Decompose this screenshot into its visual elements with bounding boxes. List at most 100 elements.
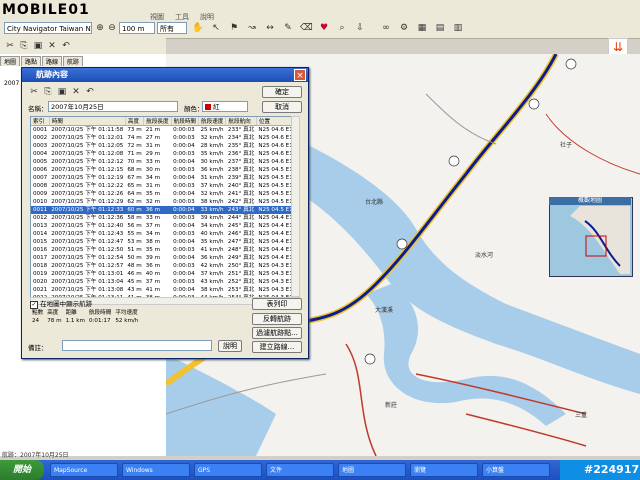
zoom-level-combo[interactable]: 100 m [119,22,155,34]
column-header[interactable]: 位置 [256,117,291,126]
map-product-combo[interactable]: City Navigator Taiwan NT v.8 [4,22,92,34]
taskbar-task[interactable]: GPS [194,463,262,477]
layers-icon[interactable]: ▥ [452,22,464,34]
table-row[interactable]: 0014 2007/10/25 下午 01:12:43 55 m 34 m 0:00:0… [31,230,291,238]
taskbar-task[interactable]: 小算盤 [482,463,550,477]
tab-routes[interactable]: 路線 [42,56,63,66]
taskbar-task[interactable]: 文件 [266,463,334,477]
close-icon[interactable]: × [294,69,306,81]
tab-waypoints[interactable]: 路點 [21,56,42,66]
table-row[interactable]: 0006 2007/10/25 下午 01:12:15 68 m 30 m 0:00:0… [31,166,291,174]
column-header[interactable]: 航段時間 [171,117,200,126]
cut-icon[interactable]: ✂ [4,40,16,52]
table-cell: 0002 [33,135,48,141]
taskbar-task[interactable]: 瀏覽 [410,463,478,477]
table-row[interactable]: 0012 2007/10/25 下午 01:12:36 58 m 33 m 0:00:0… [31,214,291,222]
hand-tool-icon[interactable]: ✋ [192,22,204,34]
table-cell: N25 04.3 E121 26.7 [258,271,291,277]
dialog-cut-icon[interactable]: ✂ [28,86,40,98]
note-input[interactable] [62,340,212,351]
table-row[interactable]: 0013 2007/10/25 下午 01:12:40 56 m 37 m 0:00:0… [31,222,291,230]
paste-icon[interactable]: ▣ [32,40,44,52]
note-button[interactable]: 說明 [218,340,242,352]
column-header[interactable]: 航段航向 [225,117,257,126]
undo-icon[interactable]: ↶ [60,40,72,52]
ok-button[interactable]: 確定 [262,86,302,98]
menu-bar [0,0,640,20]
table-row[interactable]: 0021 2007/10/25 下午 01:13:08 43 m 41 m 0:00:0… [31,286,291,294]
binoculars-icon[interactable]: ∞ [380,22,392,34]
table-row[interactable]: 0011 2007/10/25 下午 01:12:33 60 m 36 m 0:00:0… [31,206,291,214]
create-route-button[interactable]: 建立路線... [252,341,302,353]
filter-points-button[interactable]: 過濾航跡點... [252,327,302,339]
start-button[interactable]: 開始 [0,460,44,480]
delete-icon[interactable]: ✕ [46,40,58,52]
invert-track-button[interactable]: 反轉航跡 [252,313,302,325]
track-points-table[interactable]: 索引 時間 高度 航段長度 航段時間 航段速度 航段航向 位置 0001 2007/10/25 … [30,116,292,299]
sidebar-track-item[interactable]: 2007 [4,80,19,87]
column-header[interactable]: 索引 [31,117,50,126]
column-header[interactable]: 航段長度 [143,117,172,126]
heart-icon[interactable]: ♥ [318,22,330,34]
table-row[interactable]: 0018 2007/10/25 下午 01:12:57 48 m 36 m 0:00:0… [31,262,291,270]
draw-tool-icon[interactable]: ✎ [282,22,294,34]
route-shield-4 [396,238,408,250]
table-row[interactable]: 0009 2007/10/25 下午 01:12:26 64 m 35 m 0:00:0… [31,190,291,198]
checkbox-icon[interactable]: ✓ [30,301,38,309]
dialog-delete-icon[interactable]: ✕ [70,86,82,98]
table-cell: 0003 [33,143,48,149]
table-cell: 0020 [33,279,48,285]
table-row[interactable]: 0001 2007/10/25 下午 01:11:58 73 m 21 m 0:00:0… [31,126,291,135]
print-table-button[interactable]: 表列印 [252,298,302,310]
table-cell: 37 m [145,279,161,285]
taskbar-task[interactable]: 地圖 [338,463,406,477]
track-name-input[interactable]: 2007年10月25日 [48,101,178,112]
table-row[interactable]: 0016 2007/10/25 下午 01:12:50 51 m 35 m 0:00:0… [31,246,291,254]
taskbar-task[interactable]: Windows [122,463,190,477]
eraser-tool-icon[interactable]: ⌫ [300,22,313,34]
table-row[interactable]: 0015 2007/10/25 下午 01:12:47 53 m 38 m 0:00:0… [31,238,291,246]
zoom-out-icon[interactable]: ⊖ [106,22,118,34]
tab-maps[interactable]: 地圖 [0,56,21,66]
select-tool-icon[interactable]: ↖ [210,22,222,34]
table-cell: 42 km/h [200,263,224,269]
column-header[interactable]: 航段速度 [198,117,227,126]
dialog-undo-icon[interactable]: ↶ [84,86,96,98]
vertical-scrollbar[interactable] [291,116,300,297]
dialog-copy-icon[interactable]: ⎘ [42,86,54,98]
table-row[interactable]: 0017 2007/10/25 下午 01:12:54 50 m 39 m 0:00:0… [31,254,291,262]
show-on-map-checkbox[interactable]: ✓ 在地圖中顯示航跡 [30,298,92,309]
table-row[interactable]: 0008 2007/10/25 下午 01:12:22 65 m 31 m 0:00:0… [31,182,291,190]
taskbar-task[interactable]: MapSource [50,463,118,477]
table-row[interactable]: 0020 2007/10/25 下午 01:13:04 45 m 37 m 0:00:0… [31,278,291,286]
receive-icon[interactable]: ⇩ [354,22,366,34]
zoom-in-icon[interactable]: ⊕ [94,22,106,34]
tab-tracks[interactable]: 航跡 [63,56,84,66]
table-row[interactable]: 0019 2007/10/25 下午 01:13:01 46 m 40 m 0:00:0… [31,270,291,278]
map-icon[interactable]: ▦ [416,22,428,34]
table-row[interactable]: 0010 2007/10/25 下午 01:12:29 62 m 32 m 0:00:0… [31,198,291,206]
color-select[interactable]: 紅 [202,101,248,112]
dialog-paste-icon[interactable]: ▣ [56,86,68,98]
column-header[interactable]: 時間 [49,117,126,126]
mode-combo[interactable]: 所有 [157,22,187,34]
table-row[interactable]: 0005 2007/10/25 下午 01:12:12 70 m 33 m 0:00:0… [31,158,291,166]
distance-tool-icon[interactable]: ↔ [264,22,276,34]
route-tool-icon[interactable]: ↝ [246,22,258,34]
find-icon[interactable]: ⌕ [336,22,348,34]
copy-icon[interactable]: ⎘ [18,40,30,52]
grid-icon[interactable]: ▤ [434,22,446,34]
filter-icon[interactable]: ⚙ [398,22,410,34]
waypoint-tool-icon[interactable]: ⚑ [228,22,240,34]
table-row[interactable]: 0002 2007/10/25 下午 01:12:01 74 m 27 m 0:00:0… [31,134,291,142]
table-row[interactable]: 0004 2007/10/25 下午 01:12:08 71 m 29 m 0:00:0… [31,150,291,158]
column-header[interactable]: 高度 [125,117,145,126]
cancel-button[interactable]: 取消 [262,101,302,113]
table-cell: 245° 真北 [227,223,255,229]
color-label: 顏色： [184,105,204,113]
table-cell: 2007/10/25 下午 01:12:22 [51,183,124,189]
table-row[interactable]: 0007 2007/10/25 下午 01:12:19 67 m 34 m 0:00:0… [31,174,291,182]
table-cell: 38 km/h [200,199,224,205]
table-row[interactable]: 0003 2007/10/25 下午 01:12:05 72 m 31 m 0:00:0… [31,142,291,150]
table-cell: 39 km/h [200,215,224,221]
